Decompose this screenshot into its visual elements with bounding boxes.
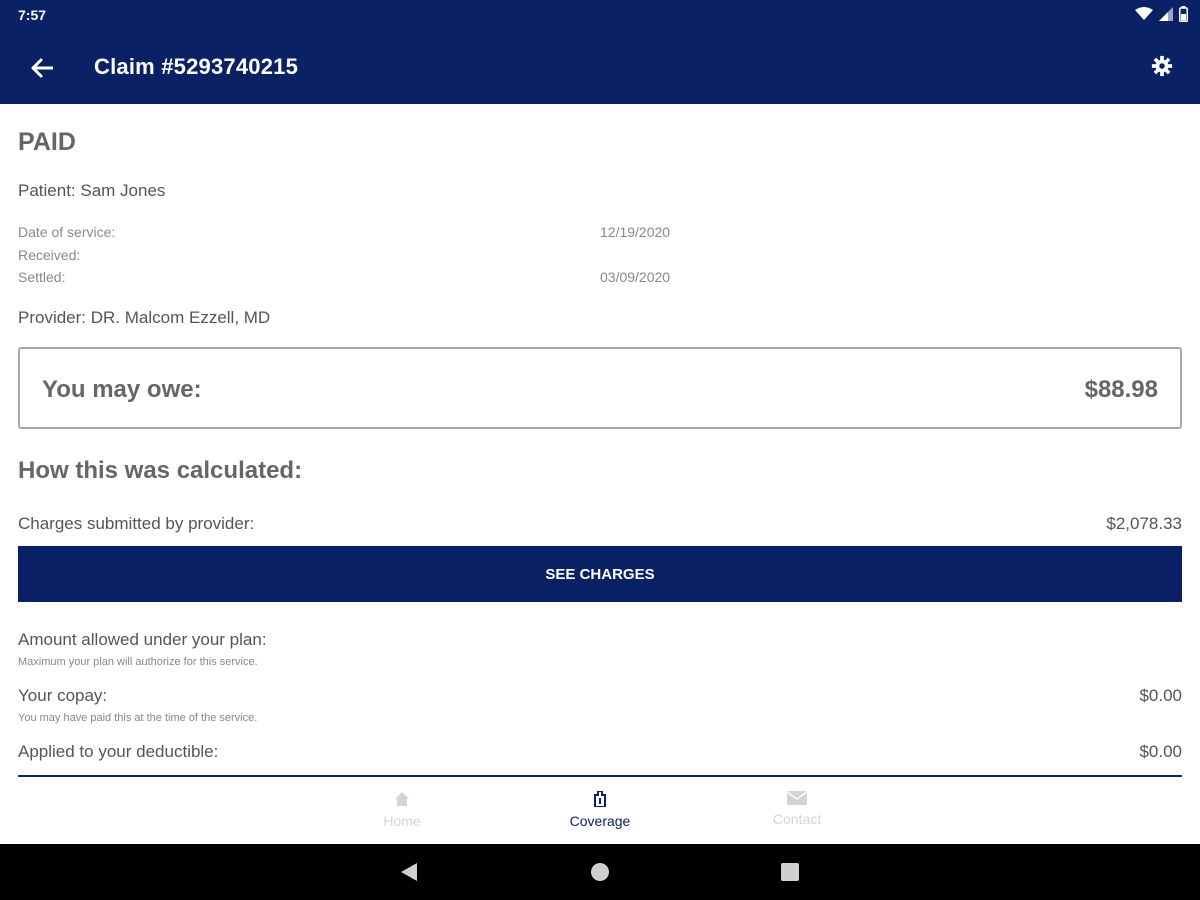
square-recents-icon (781, 863, 799, 881)
copay-value: $0.00 (1139, 686, 1182, 705)
received-label: Received: (18, 247, 81, 263)
date-of-service-label: Date of service: (18, 224, 116, 240)
arrow-left-icon (31, 58, 53, 78)
charges-value: $2,078.33 (1106, 514, 1182, 533)
bottom-nav: Home Coverage Contact (0, 777, 1200, 844)
date-of-service-value: 12/19/2020 (600, 224, 671, 240)
system-nav-bar (0, 844, 1200, 900)
copay-description: You may have paid this at the time of th… (18, 712, 258, 724)
battery-icon (1179, 6, 1188, 22)
home-icon (395, 792, 409, 806)
nav-label-contact: Contact (772, 811, 822, 827)
nav-item-contact[interactable]: Contact (747, 791, 847, 827)
back-button[interactable] (26, 52, 58, 84)
settled-value: 03/09/2020 (600, 269, 671, 285)
gear-icon (1151, 55, 1173, 77)
nav-label-coverage: Coverage (569, 813, 631, 829)
mail-icon (787, 791, 807, 805)
system-recents-button[interactable] (779, 861, 801, 883)
nav-label-home: Home (383, 813, 421, 829)
system-back-button[interactable] (398, 861, 420, 883)
signal-icon (1159, 7, 1173, 21)
you-may-owe-card: You may owe: $88.98 (18, 347, 1182, 429)
circle-home-icon (591, 863, 609, 881)
owe-label: You may owe: (42, 376, 202, 403)
settings-button[interactable] (1148, 52, 1176, 80)
nav-item-home[interactable]: Home (352, 791, 452, 829)
status-time: 7:57 (18, 7, 47, 23)
settled-label: Settled: (18, 269, 66, 285)
allowed-label: Amount allowed under your plan: (18, 630, 267, 649)
triangle-back-icon (401, 863, 417, 881)
see-charges-button[interactable]: SEE CHARGES (18, 546, 1182, 602)
patient-name: Patient: Sam Jones (18, 181, 166, 200)
owe-amount: $88.98 (1084, 376, 1158, 403)
copay-label: Your copay: (18, 686, 108, 705)
allowed-description: Maximum your plan will authorize for thi… (18, 656, 258, 668)
system-home-button[interactable] (589, 861, 611, 883)
coverage-icon (594, 791, 606, 807)
provider-name: Provider: DR. Malcom Ezzell, MD (18, 308, 271, 327)
app-bar: Claim #5293740215 (0, 32, 1200, 104)
charges-label: Charges submitted by provider: (18, 514, 255, 533)
deductible-value: $0.00 (1139, 742, 1182, 761)
status-icons (1135, 6, 1188, 22)
calculation-heading: How this was calculated: (18, 457, 303, 484)
claim-status: PAID (18, 128, 76, 156)
status-bar: 7:57 (0, 0, 1200, 32)
wifi-icon (1135, 7, 1153, 20)
nav-item-coverage[interactable]: Coverage (550, 791, 650, 829)
deductible-label: Applied to your deductible: (18, 742, 219, 761)
page-title: Claim #5293740215 (94, 54, 299, 79)
